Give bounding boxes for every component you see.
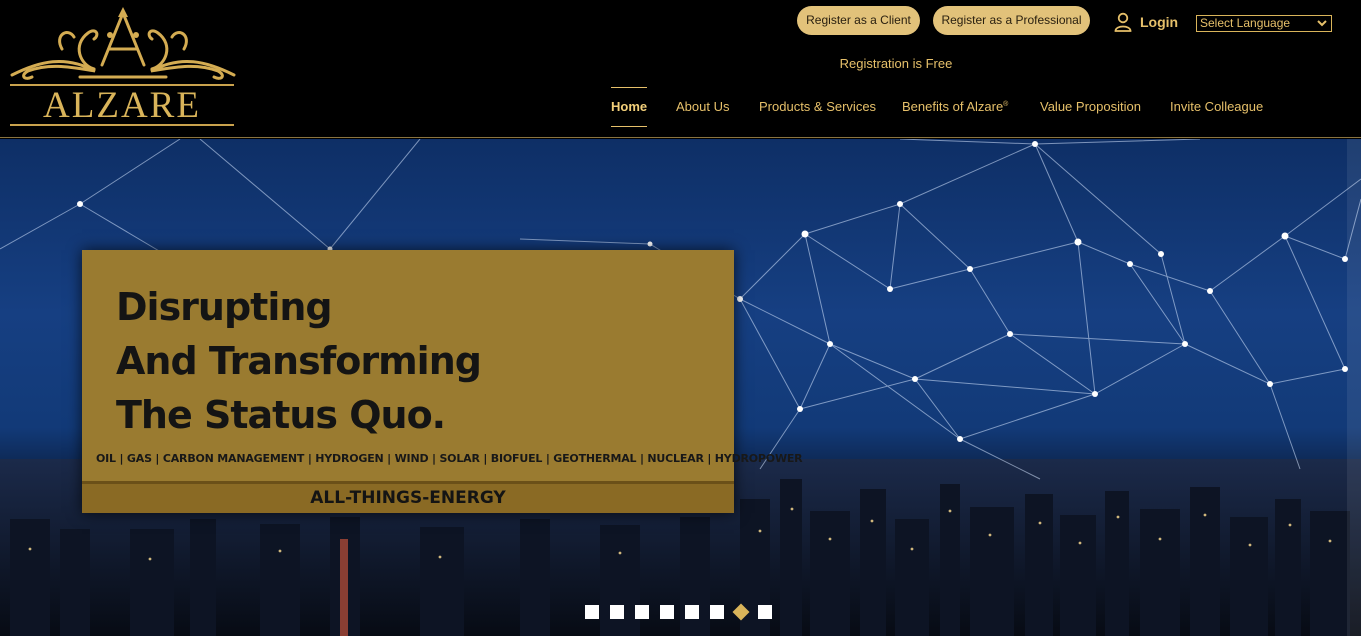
nav-benefits[interactable]: Benefits of Alzare® [902, 98, 1008, 116]
login-label: Login [1140, 14, 1179, 30]
nav-value-proposition-label: Value Proposition [1040, 99, 1141, 114]
alzare-crest-logo [10, 7, 236, 80]
login-link[interactable]: Login [1114, 9, 1178, 35]
language-select[interactable]: Select Language [1196, 15, 1332, 32]
hero-headline-line-1: Disrupting [116, 285, 333, 329]
site-header: ALZARE Register as a Client Register as … [0, 0, 1361, 138]
alzare-logo[interactable]: ALZARE [10, 5, 236, 131]
carousel-dot[interactable] [758, 605, 772, 619]
user-icon [1114, 12, 1132, 32]
registration-free-note: Registration is Free [839, 56, 953, 71]
all-things-energy-strip: ALL-THINGS-ENERGY [82, 481, 734, 513]
tower-light [340, 539, 348, 636]
logo-wordmark: ALZARE [43, 85, 201, 126]
nav-invite-colleague-label: Invite Colleague [1170, 99, 1264, 114]
nav-products-services-label: Products & Services [759, 99, 877, 114]
nav-invite-colleague[interactable]: Invite Colleague [1170, 98, 1263, 116]
nav-home[interactable]: Home [611, 87, 648, 127]
registered-mark: ® [1003, 101, 1009, 108]
hero-headline-line-2: And Transforming [116, 339, 482, 383]
carousel-dot[interactable] [635, 605, 649, 619]
carousel-dot[interactable] [610, 605, 624, 619]
carousel-dot[interactable] [585, 605, 599, 619]
nav-home-label: Home [611, 99, 648, 114]
nav-benefits-label: Benefits of Alzare [902, 99, 1004, 114]
hero-banner: Disrupting And Transforming The Status Q… [82, 250, 803, 513]
register-professional-button[interactable]: Register as a Professional [933, 6, 1090, 35]
carousel-dot[interactable] [660, 605, 674, 619]
language-select-value: Select Language [1200, 16, 1291, 30]
hero-headline: Disrupting And Transforming The Status Q… [116, 280, 676, 442]
logo-rule-bottom [10, 124, 234, 126]
register-client-button[interactable]: Register as a Client [797, 6, 920, 35]
carousel-pagination [585, 603, 783, 621]
hero-carousel: Disrupting And Transforming The Status Q… [0, 139, 1361, 636]
nav-value-proposition[interactable]: Value Proposition [1040, 98, 1141, 116]
all-things-energy-label: ALL-THINGS-ENERGY [310, 488, 506, 508]
carousel-dot[interactable] [710, 605, 724, 619]
carousel-dot[interactable] [685, 605, 699, 619]
hero-headline-line-3: The Status Quo. [116, 393, 446, 437]
nav-products-services[interactable]: Products & Services [759, 98, 876, 116]
nav-about-us[interactable]: About Us [676, 98, 729, 116]
chevron-down-icon [1317, 20, 1327, 27]
nav-about-us-label: About Us [676, 99, 730, 114]
carousel-dot-active[interactable] [732, 603, 750, 621]
energy-sectors-list: OIL | GAS | CARBON MANAGEMENT | HYDROGEN… [96, 452, 803, 465]
hero-edge-overlay [1347, 139, 1361, 636]
